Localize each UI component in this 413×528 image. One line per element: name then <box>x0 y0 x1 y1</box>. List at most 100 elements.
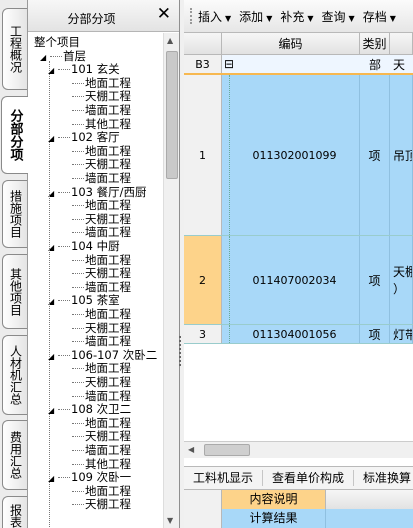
tree-leaf[interactable]: 墙面工程 <box>72 103 131 117</box>
dropdown-arrow-icon: ▼ <box>389 13 396 23</box>
row-number[interactable]: 2 <box>184 236 222 324</box>
tree-leaf[interactable]: 墙面工程 <box>72 171 131 185</box>
tree-room[interactable]: ◢ 106-107 次卧二 <box>48 348 157 362</box>
side-tab[interactable]: 报表 <box>2 496 27 528</box>
grid-scroll-thumb[interactable] <box>204 444 250 456</box>
tree-root[interactable]: 整个项目 <box>34 35 80 49</box>
tree-leaf[interactable]: 天棚工程 <box>72 89 131 103</box>
tree-leaf[interactable]: 天棚工程 <box>72 497 131 511</box>
code-cell[interactable]: 011407002034 <box>230 236 360 324</box>
tree-leaf[interactable]: 地面工程 <box>72 307 131 321</box>
grid-row[interactable]: 1011302001099项吊顶 <box>184 75 413 236</box>
tree-leaf[interactable]: 墙面工程 <box>72 280 131 294</box>
tree-connector <box>58 69 70 70</box>
tree-leaf[interactable]: 地面工程 <box>72 253 131 267</box>
code-cell[interactable]: 011302001099 <box>230 75 360 235</box>
tree-leaf[interactable]: 其他工程 <box>72 117 131 131</box>
grid-row[interactable]: 3 011304001056项灯带 <box>184 325 413 344</box>
name-column-header[interactable] <box>390 33 413 55</box>
tree-floor[interactable]: ◢ 首层 <box>40 49 86 63</box>
toolbar-menu-button[interactable]: 插入 ▼ <box>198 8 231 25</box>
tree-node-label: 墙面工程 <box>85 389 131 403</box>
name-cell[interactable]: 吊顶 <box>390 75 413 235</box>
type-column-header[interactable]: 类别 <box>360 33 390 55</box>
tree-room[interactable]: ◢ 108 次卫二 <box>48 402 131 416</box>
side-tab[interactable]: 分部分项 <box>1 96 28 174</box>
tree-leaf[interactable]: 天棚工程 <box>72 266 131 280</box>
tree-leaf[interactable]: 地面工程 <box>72 416 131 430</box>
tree-leaf[interactable]: 墙面工程 <box>72 225 131 239</box>
tree-room[interactable]: ◢ 105 茶室 <box>48 293 120 307</box>
detail-header-content[interactable]: 内容说明 <box>222 490 326 509</box>
side-tab[interactable]: 其他项目 <box>2 254 27 329</box>
tree-room[interactable]: ◢ 102 客厅 <box>48 130 120 144</box>
detail-cell-blank[interactable] <box>326 509 413 528</box>
name-cell[interactable]: 灯带 <box>390 325 413 343</box>
tree-connector <box>72 423 84 424</box>
toolbar-menu-button[interactable]: 查询 ▼ <box>322 8 355 25</box>
collapse-icon[interactable]: ⊟ <box>224 58 236 71</box>
tree-node-label: 102 客厅 <box>71 130 120 144</box>
tree-node-label: 106-107 次卧二 <box>71 348 158 362</box>
detail-tab[interactable]: 工料机显示 <box>184 470 264 486</box>
tree-leaf[interactable]: 天棚工程 <box>72 375 131 389</box>
toolbar-menu-button[interactable]: 添加 ▼ <box>239 8 272 25</box>
code-column-header[interactable]: 编码 <box>222 33 360 55</box>
detail-row-number <box>184 509 222 528</box>
side-tab[interactable]: 措施项目 <box>2 180 27 248</box>
tree-leaf[interactable]: 墙面工程 <box>72 389 131 403</box>
tree-room[interactable]: ◢ 104 中厨 <box>48 239 120 253</box>
toolbar-button-label: 添加 <box>239 9 264 24</box>
code-cell[interactable]: 011304001056 <box>230 325 360 343</box>
scroll-left-icon[interactable]: ◀ <box>188 445 194 454</box>
group-row[interactable]: B3 ⊟ 部 天棚 <box>184 55 413 92</box>
side-tab[interactable]: 人材机汇总 <box>2 335 27 415</box>
tree-leaf[interactable]: 地面工程 <box>72 198 131 212</box>
tree-leaf[interactable]: 天棚工程 <box>72 157 131 171</box>
tree-node-label: 墙面工程 <box>85 280 131 294</box>
tree-room[interactable]: ◢ 103 餐厅/西厨 <box>48 185 146 199</box>
row-number[interactable]: 3 <box>184 325 222 343</box>
tree-room[interactable]: ◢ 101 玄关 <box>48 62 120 76</box>
main-area: 插入▼添加▼补充▼查询▼存档▼ 编码 类别 B3 ⊟ 部 天棚 10113020… <box>184 0 413 528</box>
detail-tab[interactable]: 查看单价构成 <box>263 470 355 486</box>
type-cell[interactable]: 项 <box>360 75 390 235</box>
tree-scroll-thumb[interactable] <box>166 51 178 179</box>
tree-leaf[interactable]: 地面工程 <box>72 76 131 90</box>
scroll-up-icon[interactable]: ▲ <box>167 36 173 45</box>
tree-node-label: 地面工程 <box>85 198 131 212</box>
toolbar-menu-button[interactable]: 补充 ▼ <box>280 8 313 25</box>
tree-leaf[interactable]: 墙面工程 <box>72 443 131 457</box>
tree-leaf[interactable]: 天棚工程 <box>72 429 131 443</box>
type-cell[interactable]: 项 <box>360 325 390 343</box>
name-cell[interactable]: 天棚 ） <box>390 236 413 324</box>
tree-node-label: 104 中厨 <box>71 239 120 253</box>
grid-horizontal-scrollbar[interactable]: ◀ <box>184 441 413 458</box>
scroll-down-icon[interactable]: ▼ <box>167 516 173 525</box>
tree-connector <box>58 355 70 356</box>
detail-tab[interactable]: 标准换算 <box>354 470 413 486</box>
tree-leaf[interactable]: 其他工程 <box>72 457 131 471</box>
tree-room[interactable]: ◢ 109 次卧一 <box>48 470 131 484</box>
tree-leaf[interactable]: 天棚工程 <box>72 212 131 226</box>
toolbar-menu-button[interactable]: 存档 ▼ <box>363 8 396 25</box>
tree-node-label: 103 餐厅/西厨 <box>71 185 147 199</box>
tree-leaf[interactable]: 地面工程 <box>72 144 131 158</box>
side-tab[interactable]: 费用汇总 <box>2 420 27 490</box>
grid-row[interactable]: 2011407002034项天棚 ） <box>184 236 413 325</box>
detail-tabs: 工料机显示 查看单价构成 标准换算 <box>184 466 413 490</box>
close-icon[interactable]: ✕ <box>157 6 171 23</box>
tree-leaf[interactable]: 天棚工程 <box>72 321 131 335</box>
tree-connector <box>72 151 84 152</box>
tree-leaf[interactable]: 地面工程 <box>72 484 131 498</box>
toolbar-grip <box>190 8 192 24</box>
tree-node-label: 天棚工程 <box>85 89 131 103</box>
type-cell[interactable]: 项 <box>360 236 390 324</box>
side-tab[interactable]: 工程概况 <box>2 8 27 90</box>
tree-node-label: 墙面工程 <box>85 443 131 457</box>
detail-cell-result[interactable]: 计算结果 <box>222 509 326 528</box>
tree-scrollbar[interactable]: ▲ ▼ <box>163 33 179 528</box>
tree-leaf[interactable]: 墙面工程 <box>72 334 131 348</box>
row-number[interactable]: 1 <box>184 75 222 235</box>
tree-leaf[interactable]: 地面工程 <box>72 361 131 375</box>
